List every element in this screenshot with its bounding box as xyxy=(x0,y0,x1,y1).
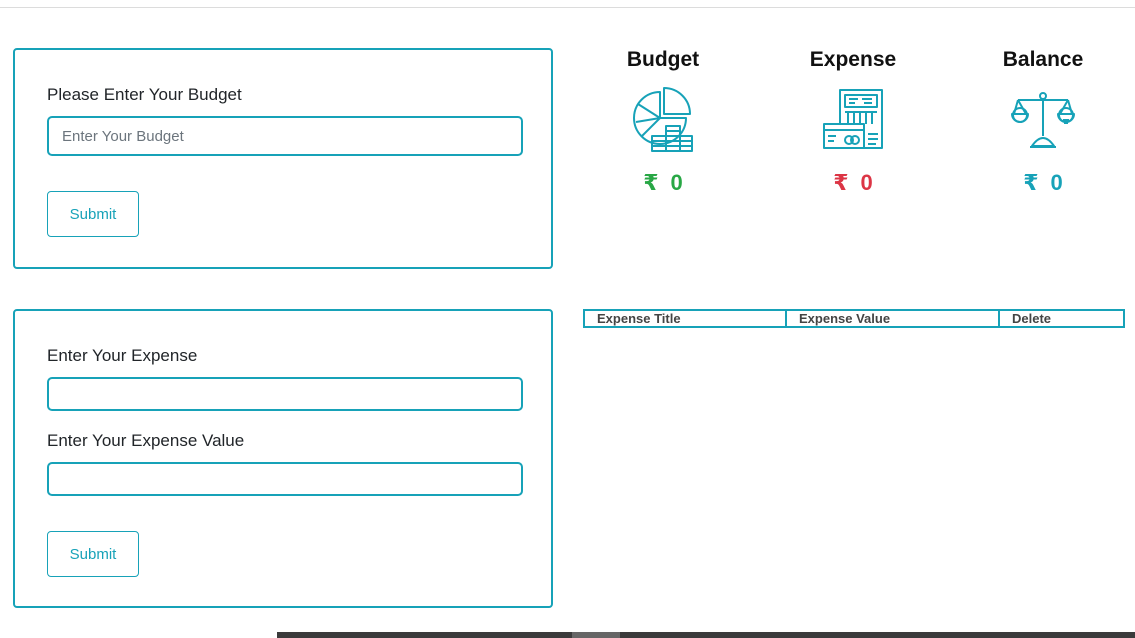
column-expense-title: Expense Title xyxy=(583,309,787,328)
expense-title-input[interactable] xyxy=(47,377,523,411)
budget-value: 0 xyxy=(670,170,683,195)
balance-value: 0 xyxy=(1050,170,1063,195)
expense-submit-button[interactable]: Submit xyxy=(47,531,139,577)
expense-amount: ₹0 xyxy=(783,170,923,196)
expense-value-input[interactable] xyxy=(47,462,523,496)
expense-form-card: Enter Your Expense Enter Your Expense Va… xyxy=(13,309,553,608)
expense-currency: ₹ xyxy=(833,170,849,195)
budget-title: Budget xyxy=(626,48,700,71)
expense-title-label: Enter Your Expense xyxy=(47,346,198,365)
budget-label: Please Enter Your Budget xyxy=(47,85,242,104)
budget-amount: ₹0 xyxy=(593,170,733,196)
expense-value-label: Enter Your Expense Value xyxy=(47,431,245,450)
top-divider xyxy=(0,7,1135,8)
expense-table-body xyxy=(584,327,1124,364)
budget-currency: ₹ xyxy=(643,170,659,195)
column-expense-value: Expense Value xyxy=(785,309,1000,328)
taskbar-strip xyxy=(277,632,1135,638)
balance-scale-icon xyxy=(1011,92,1075,148)
receipt-card-icon xyxy=(823,89,883,149)
taskbar-active-segment xyxy=(572,632,620,638)
budget-form-card: Please Enter Your Budget Submit xyxy=(13,48,553,269)
expense-table-header-row: Expense Title Expense Value Delete xyxy=(583,309,1125,328)
balance-amount: ₹0 xyxy=(973,170,1113,196)
balance-title: Balance xyxy=(1002,48,1084,71)
expense-value: 0 xyxy=(860,170,873,195)
budget-summary: Budget ₹0 xyxy=(593,48,733,196)
expense-table: Expense Title Expense Value Delete xyxy=(583,309,1125,365)
expense-summary: Expense ₹0 xyxy=(783,48,923,196)
balance-summary: Balance ₹0 xyxy=(973,48,1113,196)
pie-chart-coins-icon xyxy=(633,87,693,152)
balance-currency: ₹ xyxy=(1023,170,1039,195)
column-delete: Delete xyxy=(998,309,1125,328)
budget-input[interactable] xyxy=(47,116,523,156)
budget-submit-button[interactable]: Submit xyxy=(47,191,139,237)
expense-title: Expense xyxy=(809,48,897,71)
